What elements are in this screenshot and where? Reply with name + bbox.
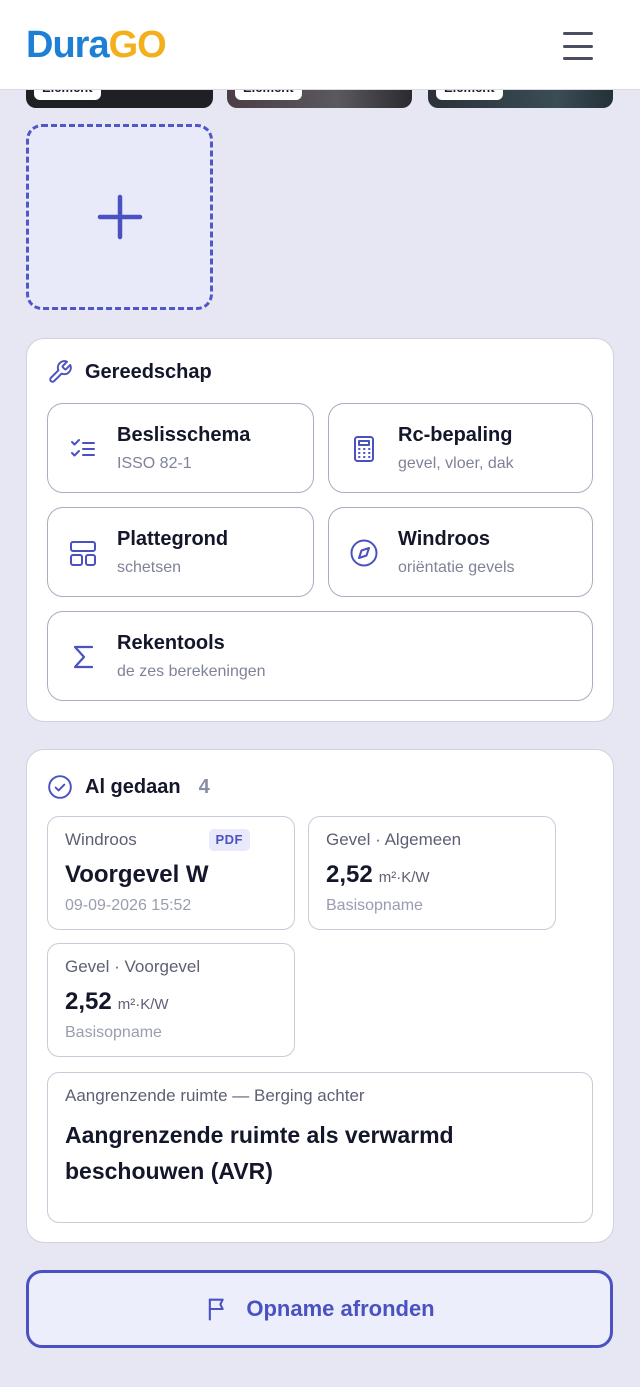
done-count: 4: [198, 775, 210, 798]
check-circle-icon: [48, 775, 72, 799]
done-item-subtitle: Basisopname: [326, 897, 423, 914]
logo-text-dura: Dura: [26, 23, 110, 66]
compass-icon: [350, 539, 378, 567]
tool-subtitle: schetsen: [117, 559, 182, 576]
tool-subtitle: oriëntatie gevels: [398, 559, 515, 576]
done-card: Al gedaan 4 Windroos PDF Voorgevel W 09-0…: [26, 749, 614, 1243]
done-item-value: Voorgevel W: [65, 861, 209, 888]
tools-title: Gereedschap: [85, 360, 212, 383]
done-item-category: Windroos: [65, 830, 137, 849]
tool-name: Plattegrond: [117, 528, 229, 550]
tool-name: Beslisschema: [117, 424, 251, 446]
done-item-unit: m²·K/W: [378, 869, 430, 886]
tool-beslisschema[interactable]: Beslisschema ISSO 82-1: [47, 403, 314, 493]
tool-name: Rc-bepaling: [398, 424, 513, 446]
tools-card-header: Gereedschap: [47, 359, 212, 385]
done-item-category: Aangrenzende ruimte — Berging achter: [65, 1086, 365, 1105]
tool-subtitle: ISSO 82-1: [117, 455, 192, 472]
finish-survey-button[interactable]: Opname afronden: [26, 1270, 613, 1348]
done-title: Al gedaan: [85, 775, 181, 798]
done-item-subtitle: Basisopname: [65, 1024, 162, 1041]
menu-button[interactable]: [560, 28, 596, 64]
finish-label: Opname afronden: [246, 1296, 435, 1321]
done-item-value: 2,52: [65, 988, 112, 1015]
tool-subtitle: de zes berekeningen: [117, 663, 266, 680]
tool-rc-bepaling[interactable]: Rc-bepaling gevel, vloer, dak: [328, 403, 593, 493]
plus-icon: [97, 194, 142, 240]
done-item-windroos[interactable]: Windroos PDF Voorgevel W 09-09-2026 15:5…: [47, 816, 295, 930]
logo-text-go: GO: [108, 23, 167, 66]
tool-name: Rekentools: [117, 632, 225, 654]
tool-subtitle: gevel, vloer, dak: [398, 455, 514, 472]
checklist-icon: [71, 439, 95, 457]
done-card-header: Al gedaan 4: [47, 774, 210, 800]
tool-plattegrond[interactable]: Plattegrond schetsen: [47, 507, 314, 597]
done-item-aangrenzende-ruimte[interactable]: Aangrenzende ruimte — Berging achter Aan…: [47, 1072, 593, 1223]
done-item-unit: m²·K/W: [117, 996, 169, 1013]
done-item-value: Aangrenzende ruimte als verwarmd beschou…: [65, 1122, 454, 1184]
done-item-timestamp: 09-09-2026 15:52: [65, 897, 192, 914]
tools-card: Gereedschap Beslisschema ISSO 82-1 Rc-be…: [26, 338, 614, 722]
tool-windroos[interactable]: Windroos oriëntatie gevels: [328, 507, 593, 597]
done-item-value: 2,52: [326, 861, 373, 888]
done-item-gevel-voorgevel[interactable]: Gevel · Voorgevel 2,52 m²·K/W Basisopname: [47, 943, 295, 1057]
tool-name: Windroos: [398, 528, 491, 550]
pdf-badge[interactable]: PDF: [208, 829, 250, 851]
durago-logo[interactable]: Dura GO: [26, 23, 167, 66]
calculator-icon: [354, 436, 374, 462]
layout-icon: [70, 541, 96, 566]
wrench-icon: [49, 360, 72, 383]
app-header: Dura GO: [0, 0, 640, 90]
hamburger-icon: [563, 32, 593, 35]
done-item-value-row: 2,52 m²·K/W: [65, 988, 169, 1016]
done-item-gevel-algemeen[interactable]: Gevel · Algemeen 2,52 m²·K/W Basisopname: [308, 816, 556, 930]
done-item-category: Gevel · Voorgevel: [65, 957, 201, 976]
add-photo-button[interactable]: [26, 124, 213, 310]
done-item-category: Gevel · Algemeen: [326, 830, 462, 849]
flag-icon: [209, 1298, 225, 1321]
tool-rekentools[interactable]: Rekentools de zes berekeningen: [47, 611, 593, 701]
sigma-icon: [73, 645, 94, 669]
done-item-value-row: 2,52 m²·K/W: [326, 861, 430, 889]
